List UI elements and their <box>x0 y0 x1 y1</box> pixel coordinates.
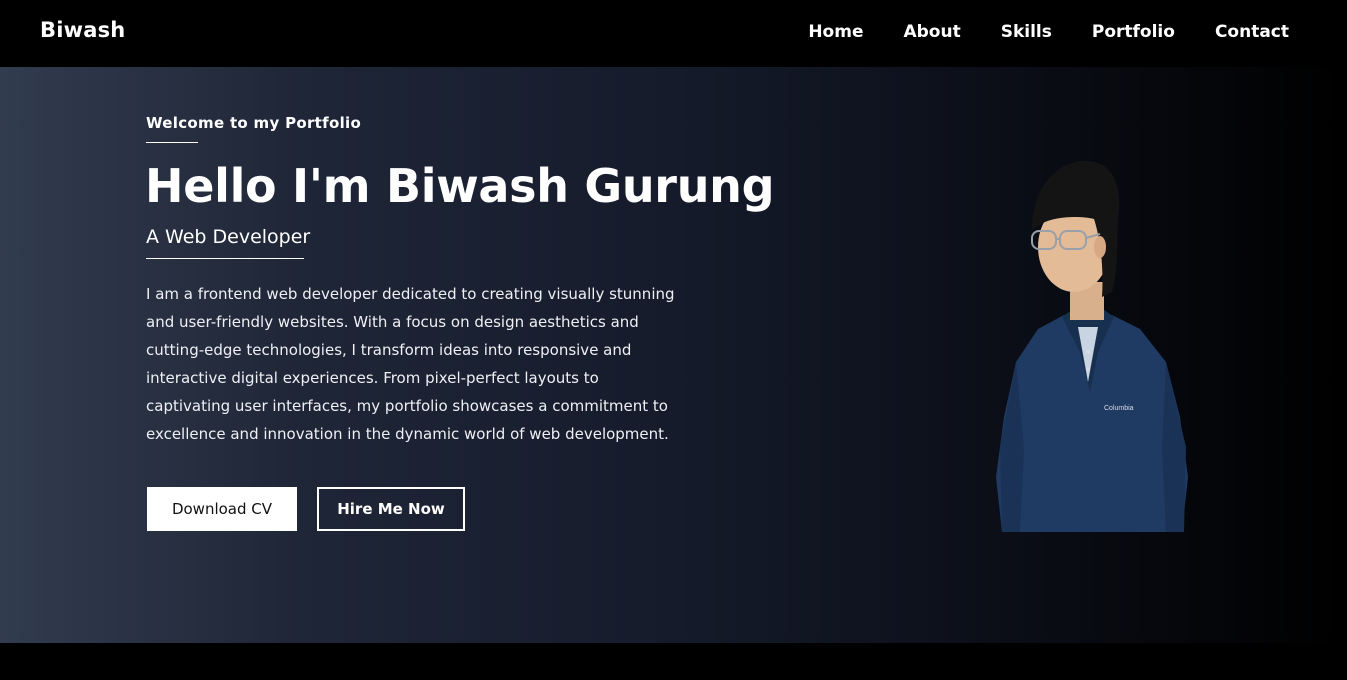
welcome-underline <box>146 142 198 143</box>
welcome-text: Welcome to my Portfolio <box>146 114 362 132</box>
role-underline <box>146 258 304 259</box>
hire-me-button[interactable]: Hire Me Now <box>317 487 465 531</box>
hero-headline: Hello I'm Biwash Gurung <box>145 159 775 213</box>
navbar: Biwash Home About Skills Portfolio Conta… <box>0 0 1347 67</box>
footer-strip <box>0 643 1347 680</box>
profile-portrait: Columbia <box>996 160 1188 532</box>
nav-links: Home About Skills Portfolio Contact <box>808 22 1289 42</box>
portrait-button <box>1086 350 1090 354</box>
portrait-shirt-logo: Columbia <box>1104 405 1134 412</box>
nav-link-contact[interactable]: Contact <box>1215 22 1289 42</box>
bio-paragraph: I am a frontend web developer dedicated … <box>146 285 675 443</box>
nav-link-home[interactable]: Home <box>808 22 863 42</box>
role-text: A Web Developer <box>146 226 311 248</box>
portrait-button <box>1086 367 1090 371</box>
nav-link-portfolio[interactable]: Portfolio <box>1092 22 1175 42</box>
hero-section: Welcome to my Portfolio Hello I'm Biwash… <box>0 67 1347 643</box>
nav-link-skills[interactable]: Skills <box>1001 22 1052 42</box>
portrait-arm <box>1162 362 1186 532</box>
portrait-ear <box>1094 236 1106 258</box>
nav-link-about[interactable]: About <box>903 22 960 42</box>
download-cv-button[interactable]: Download CV <box>147 487 297 531</box>
brand-logo[interactable]: Biwash <box>40 18 125 42</box>
